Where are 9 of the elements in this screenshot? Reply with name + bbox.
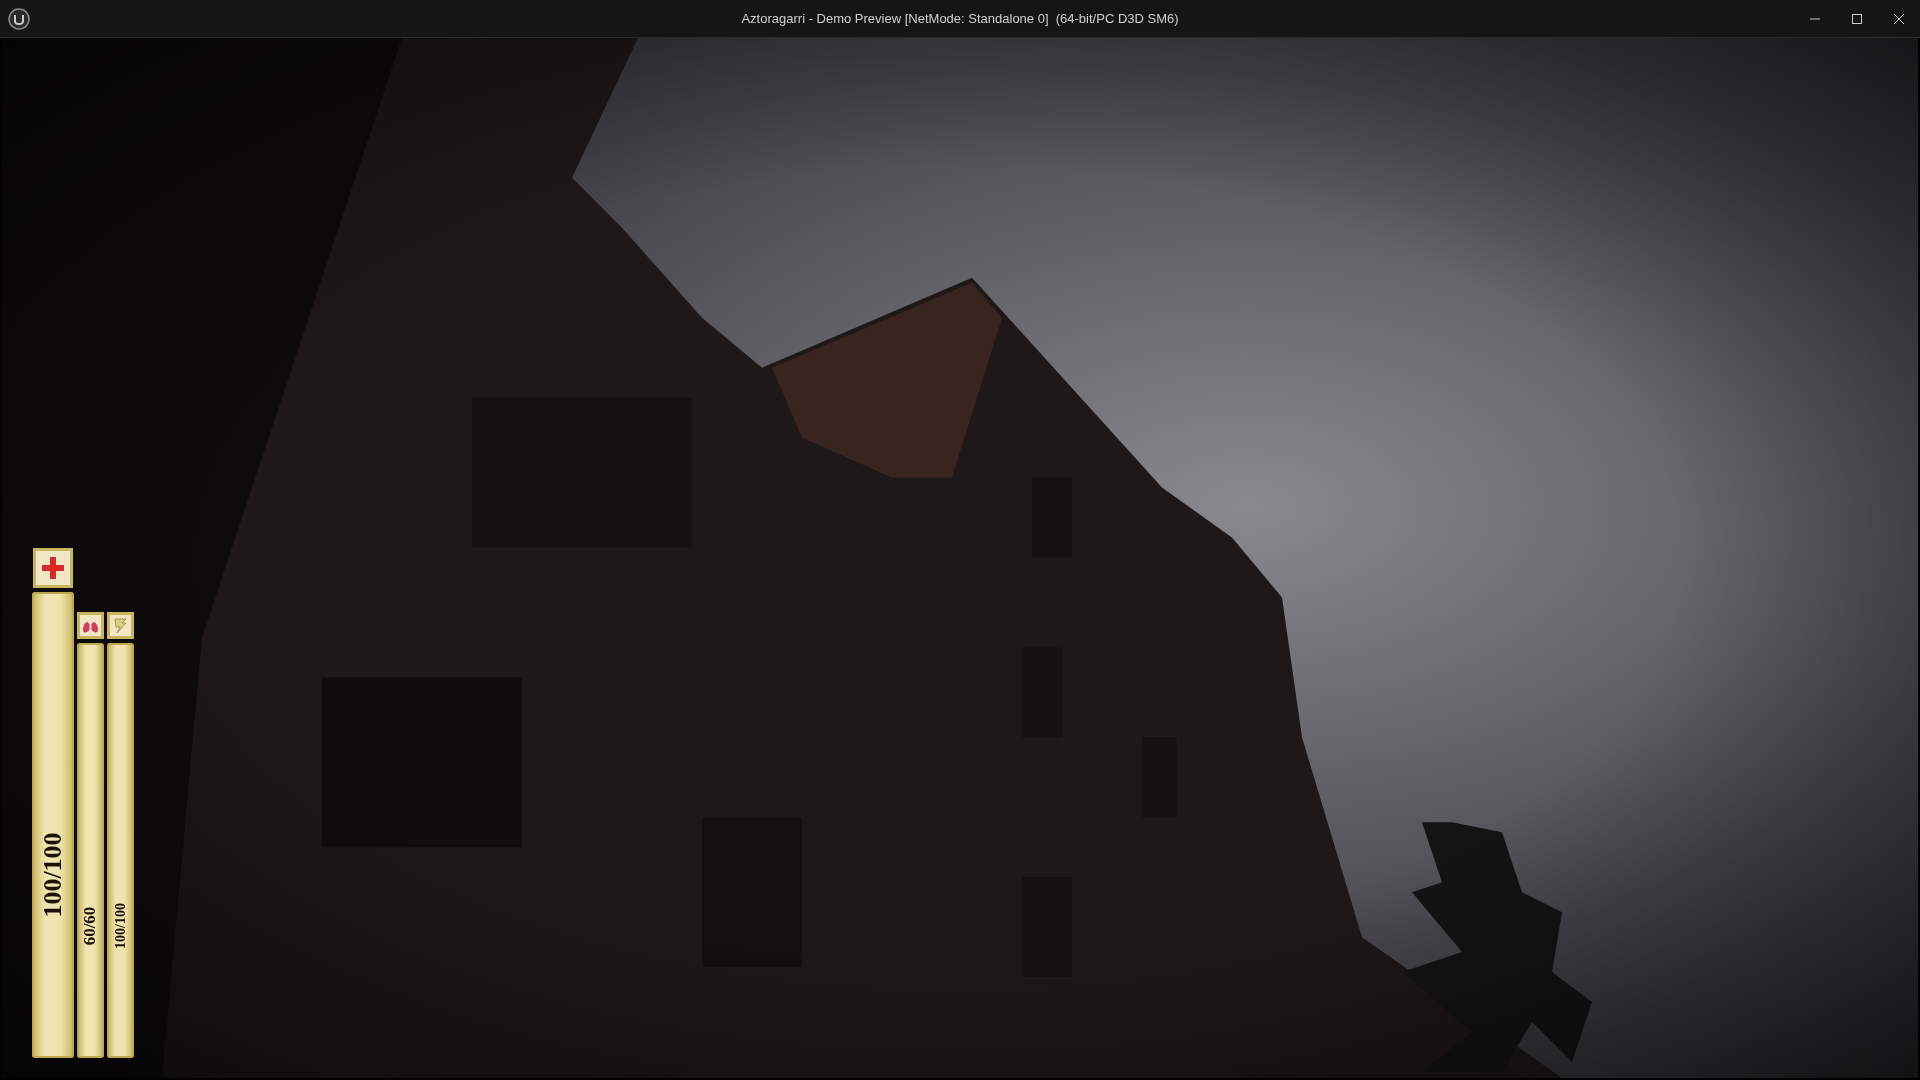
window-title: Aztoragarri - Demo Preview [NetMode: Standalone 0] (64-bit/PC D3D SM6) bbox=[741, 11, 1179, 26]
bar-reading: 100/100 bbox=[38, 832, 68, 918]
close-icon bbox=[1893, 12, 1905, 25]
lightning-icon bbox=[112, 617, 129, 634]
bar-reading: 60/60 bbox=[80, 906, 101, 945]
maximize-icon bbox=[1851, 12, 1863, 25]
cross-icon bbox=[40, 555, 66, 581]
app-logo-icon bbox=[8, 7, 30, 30]
bar-reading: 100/100 bbox=[112, 902, 129, 949]
